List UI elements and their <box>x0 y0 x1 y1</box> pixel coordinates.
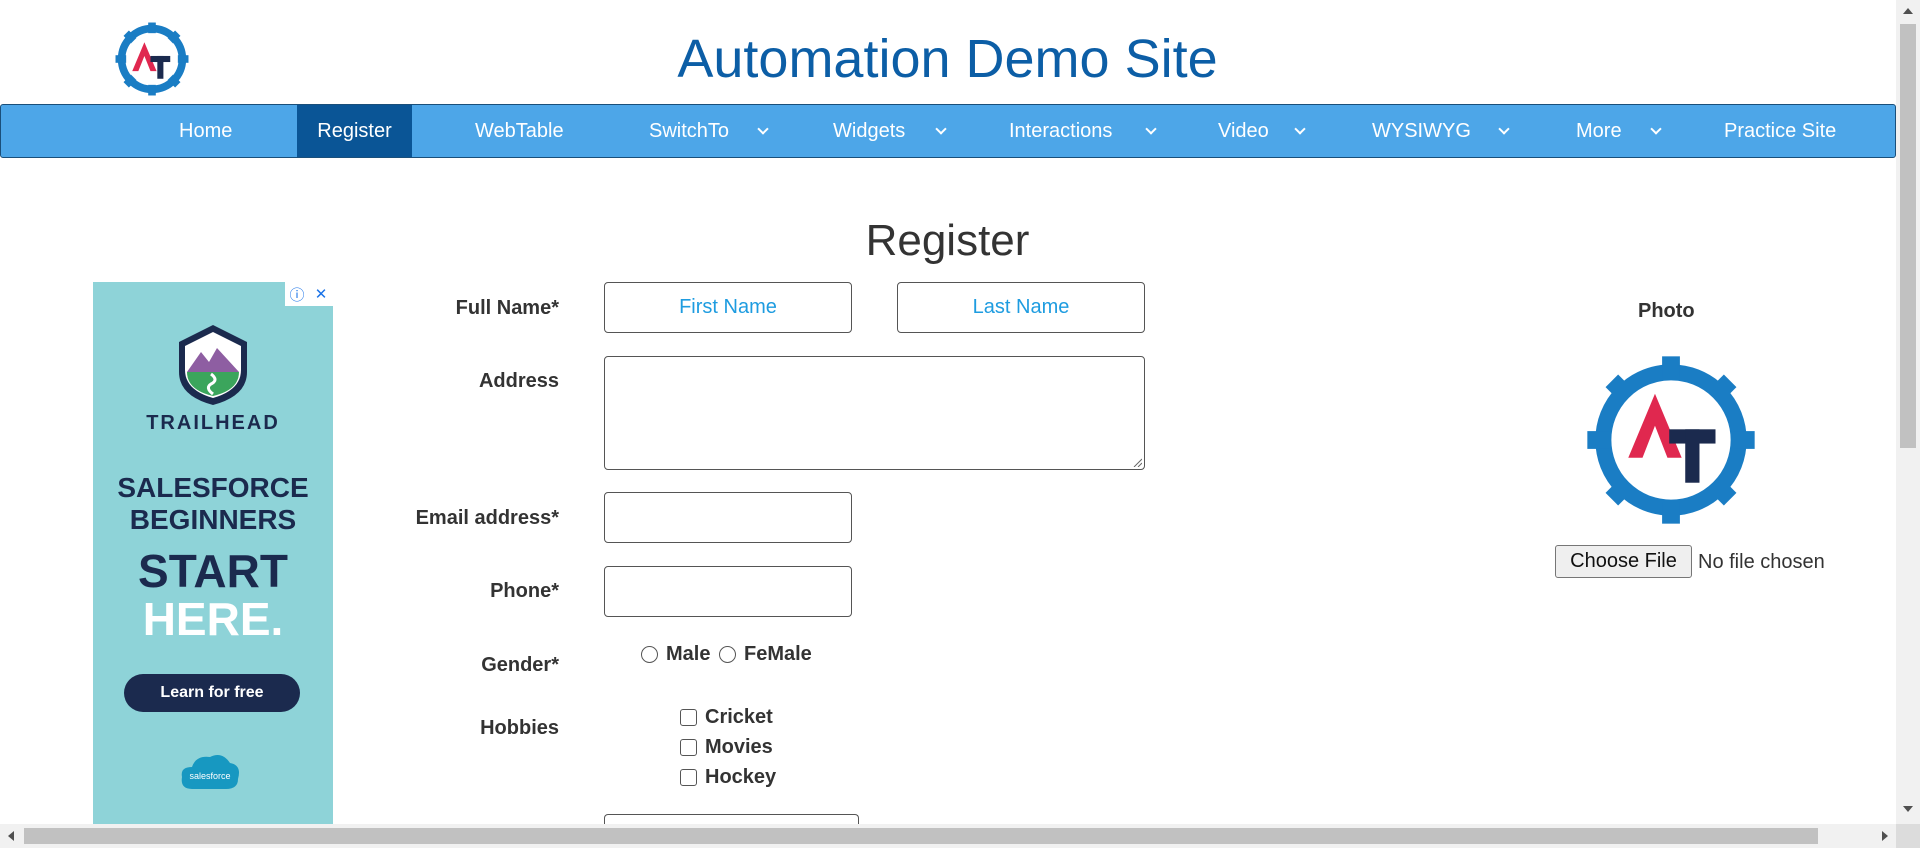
page-heading: Register <box>865 216 1030 265</box>
nav-item-label: Practice Site <box>1724 120 1837 142</box>
scroll-right-icon[interactable] <box>1882 831 1888 841</box>
nav-item-home[interactable]: Home <box>179 105 232 157</box>
radio-label: FeMale <box>744 643 812 665</box>
last-name-input[interactable]: Last Name <box>897 282 1145 333</box>
nav-item-label: WebTable <box>475 120 564 142</box>
ad-banner[interactable]: ⓘ ✕ TRAILHEAD SALESFORCE BEGINNERS START… <box>93 282 333 824</box>
gender-label: Gender* <box>481 654 559 676</box>
checkbox[interactable] <box>680 739 697 756</box>
address-textarea[interactable] <box>604 356 1145 470</box>
photo-preview-icon <box>1587 356 1755 524</box>
checkbox-label: Cricket <box>705 706 773 728</box>
first-name-input[interactable]: First Name <box>604 282 852 333</box>
chevron-down-icon <box>1650 123 1662 135</box>
chevron-down-icon <box>935 123 947 135</box>
nav-item-more[interactable]: More <box>1576 105 1666 157</box>
salesforce-logo-icon: salesforce <box>181 755 239 789</box>
nav-item-label: Home <box>179 120 233 142</box>
email-field[interactable] <box>604 492 852 543</box>
ad-headline-3: START <box>138 545 288 597</box>
resize-handle-icon[interactable] <box>1132 457 1142 467</box>
phone-label: Phone* <box>490 580 559 602</box>
nav-item-label: SwitchTo <box>649 120 730 142</box>
nav-item-register[interactable]: Register <box>297 105 412 157</box>
site-title: Automation Demo Site <box>677 29 1218 89</box>
checkbox-label: Movies <box>705 736 773 758</box>
radio-label: Male <box>666 643 711 665</box>
ad-brand: TRAILHEAD <box>146 412 280 434</box>
nav-item-label: Interactions <box>1009 120 1113 142</box>
ad-headline-1: SALESFORCE <box>117 472 309 503</box>
radio-button[interactable] <box>641 646 658 663</box>
vertical-scroll-thumb[interactable] <box>1900 24 1916 448</box>
ad-close-icon[interactable]: ✕ <box>309 282 333 306</box>
nav-item-label: Widgets <box>833 120 906 142</box>
file-status-text: No file chosen <box>1698 551 1825 573</box>
hobby-checkbox-movies[interactable]: Movies <box>680 736 773 759</box>
photo-label: Photo <box>1638 300 1695 322</box>
phone-field[interactable] <box>604 566 852 617</box>
checkbox-label: Hockey <box>705 766 777 788</box>
nav-item-label: Register <box>317 120 392 142</box>
hobby-checkbox-cricket[interactable]: Cricket <box>680 706 773 729</box>
ad-headline-2: BEGINNERS <box>129 504 297 535</box>
main-nav: Home Register WebTable SwitchTo Widgets … <box>0 104 1896 158</box>
nav-item-widgets[interactable]: Widgets <box>833 105 951 157</box>
scrollbar-corner <box>1896 824 1920 848</box>
nav-item-label: More <box>1576 120 1622 142</box>
chevron-down-icon <box>757 123 769 135</box>
chevron-down-icon <box>1145 123 1157 135</box>
ad-headline-4: HERE. <box>142 593 284 645</box>
scroll-up-icon[interactable] <box>1903 8 1913 14</box>
scroll-left-icon[interactable] <box>8 831 14 841</box>
chevron-down-icon <box>1498 123 1510 135</box>
salesforce-logo-text: salesforce <box>189 771 230 781</box>
address-label: Address <box>478 370 559 392</box>
gender-radio-male[interactable]: Male <box>641 643 710 666</box>
email-label: Email address* <box>415 507 559 529</box>
nav-item-video[interactable]: Video <box>1218 105 1308 157</box>
nav-item-wysiwyg[interactable]: WYSIWYG <box>1372 105 1512 157</box>
nav-item-label: WYSIWYG <box>1372 120 1471 142</box>
nav-item-label: Video <box>1218 120 1269 142</box>
chevron-down-icon <box>1294 123 1306 135</box>
radio-button[interactable] <box>719 646 736 663</box>
gender-radio-female[interactable]: FeMale <box>719 643 812 666</box>
trailhead-badge-icon <box>179 325 247 405</box>
ad-controls: ⓘ ✕ <box>285 282 333 306</box>
horizontal-scroll-thumb[interactable] <box>24 828 1818 844</box>
hobbies-label: Hobbies <box>480 717 559 739</box>
checkbox[interactable] <box>680 769 697 786</box>
choose-file-button[interactable]: Choose File <box>1555 545 1692 578</box>
scroll-down-icon[interactable] <box>1903 806 1913 812</box>
nav-item-switchto[interactable]: SwitchTo <box>649 105 771 157</box>
vertical-scrollbar[interactable] <box>1896 0 1920 824</box>
ad-cta-button[interactable]: Learn for free <box>124 674 300 712</box>
checkbox[interactable] <box>680 709 697 726</box>
ad-info-icon[interactable]: ⓘ <box>285 282 309 306</box>
nav-item-webtable[interactable]: WebTable <box>475 105 564 157</box>
hobby-checkbox-hockey[interactable]: Hockey <box>680 766 776 789</box>
horizontal-scrollbar[interactable] <box>0 824 1896 848</box>
full-name-label: Full Name* <box>455 297 559 319</box>
nav-item-practice-site[interactable]: Practice Site <box>1724 105 1836 157</box>
nav-item-interactions[interactable]: Interactions <box>1009 105 1159 157</box>
